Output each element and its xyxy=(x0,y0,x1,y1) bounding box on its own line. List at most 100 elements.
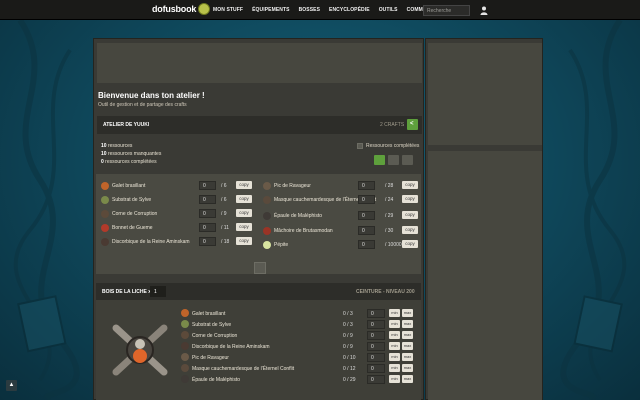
ingredient-fraction: 0 / 9 xyxy=(343,333,353,339)
stat-line: 0 ressources complétées xyxy=(101,159,157,165)
ingredient-quantity-input[interactable]: 0 xyxy=(367,342,385,351)
machoire-icon xyxy=(263,226,271,235)
site-logo[interactable]: dofusbook xyxy=(152,4,196,14)
back-to-top-button[interactable]: ▲ xyxy=(6,380,17,391)
resource-total: / 30 xyxy=(385,228,394,234)
completed-checkbox[interactable] xyxy=(357,143,363,149)
copy-button[interactable]: copy xyxy=(236,223,252,231)
max-button[interactable]: max xyxy=(402,364,413,372)
ingredient-name: Galet brasillant xyxy=(192,311,226,317)
ingredient-quantity-input[interactable]: 0 xyxy=(367,309,385,318)
resource-name: Discorbique de la Reine Aminskam xyxy=(112,238,190,245)
resource-total: / 29 xyxy=(385,213,394,219)
recipe-title: BOIS DE LA LICHE x xyxy=(102,289,151,295)
nav-bosses[interactable]: BOSSES xyxy=(299,7,320,13)
copy-button[interactable]: copy xyxy=(402,195,418,203)
share-button[interactable] xyxy=(407,119,418,130)
copy-button[interactable]: copy xyxy=(236,195,252,203)
atelier-stats: 10 ressources 10 ressources manquantes 0… xyxy=(101,142,161,166)
ingredient-name: Épaule de Maléphisto xyxy=(192,377,241,383)
resource-quantity-input[interactable]: 0 xyxy=(199,181,216,190)
resource-row: Pépite xyxy=(263,239,288,250)
resource-quantity-input[interactable]: 0 xyxy=(358,211,375,220)
masque-icon xyxy=(181,364,189,372)
search-input[interactable]: Recherche xyxy=(423,5,470,16)
ingredient-row: Épaule de Maléphisto 0 / 29 0 min max xyxy=(181,374,419,385)
max-button[interactable]: max xyxy=(402,375,413,383)
resource-quantity-input[interactable]: 0 xyxy=(358,181,375,190)
user-icon[interactable] xyxy=(480,6,488,15)
resource-quantity-input[interactable]: 0 xyxy=(199,237,216,246)
trash-icon[interactable] xyxy=(402,155,413,165)
min-button[interactable]: min xyxy=(389,320,400,328)
resource-quantity-input[interactable]: 0 xyxy=(199,195,216,204)
copy-button[interactable]: copy xyxy=(402,181,418,189)
min-button[interactable]: min xyxy=(389,342,400,350)
min-button[interactable]: min xyxy=(389,309,400,317)
copy-button[interactable]: copy xyxy=(236,181,252,189)
ingredient-row: Pic de Ravageur 0 / 10 0 min max xyxy=(181,352,419,363)
resource-row: Galet brasillant xyxy=(101,180,145,191)
copy-button[interactable]: copy xyxy=(236,209,252,217)
ingredient-fraction: 0 / 29 xyxy=(343,377,356,383)
resource-quantity-input[interactable]: 0 xyxy=(358,240,375,249)
corne-icon xyxy=(181,331,189,339)
min-button[interactable]: min xyxy=(389,353,400,361)
ingredient-row: Corne de Corruption 0 / 9 0 min max xyxy=(181,330,419,341)
resource-quantity-input[interactable]: 0 xyxy=(358,195,375,204)
nav-equipements[interactable]: ÉQUIPEMENTS xyxy=(252,7,290,13)
resource-row: Bonnet de Gueme xyxy=(101,222,153,233)
ingredient-name: Masque cauchemardesque de l'Éternel Conf… xyxy=(192,366,295,372)
max-button[interactable]: max xyxy=(402,320,413,328)
max-button[interactable]: max xyxy=(402,309,413,317)
resource-row: Substrat de Sylve xyxy=(101,194,151,205)
ingredient-quantity-input[interactable]: 0 xyxy=(367,375,385,384)
max-button[interactable]: max xyxy=(402,342,413,350)
copy-button[interactable]: copy xyxy=(236,237,252,245)
top-navbar: dofusbook MON STUFF ÉQUIPEMENTS BOSSES E… xyxy=(0,0,640,20)
max-button[interactable]: max xyxy=(402,353,413,361)
ingredient-quantity-input[interactable]: 0 xyxy=(367,353,385,362)
resource-row: Pic de Ravageur xyxy=(263,180,311,191)
completed-filter[interactable]: Ressources complétées xyxy=(357,143,419,149)
min-button[interactable]: min xyxy=(389,331,400,339)
ingredient-quantity-input[interactable]: 0 xyxy=(367,320,385,329)
nav-encyclopedie[interactable]: ENCYCLOPÉDIE xyxy=(329,7,370,13)
recipe-quantity-input[interactable]: 1 xyxy=(150,286,166,297)
resource-total: / 9 xyxy=(221,211,227,217)
sort-icon[interactable] xyxy=(388,155,399,165)
grid-view-icon[interactable] xyxy=(374,155,385,165)
galet-icon xyxy=(181,309,189,317)
min-button[interactable]: min xyxy=(389,364,400,372)
resource-row: Épaule de Maléphisto xyxy=(263,210,322,221)
ingredient-quantity-input[interactable]: 0 xyxy=(367,364,385,373)
reorder-button[interactable] xyxy=(254,262,266,274)
resource-row: Discorbique de la Reine Aminskam xyxy=(101,236,190,247)
resource-total: / 6 xyxy=(221,197,227,203)
copy-button[interactable]: copy xyxy=(402,226,418,234)
copy-button[interactable]: copy xyxy=(402,211,418,219)
copy-button[interactable]: copy xyxy=(402,240,418,248)
masque-icon xyxy=(263,195,271,204)
resource-total: / 6 xyxy=(221,183,227,189)
nav-mon-stuff[interactable]: MON STUFF xyxy=(213,7,243,13)
sidebar-ad-slot xyxy=(428,43,542,145)
ingredient-name: Pic de Ravageur xyxy=(192,355,229,361)
page-title: Bienvenue dans ton atelier ! xyxy=(98,91,205,100)
resource-name: Galet brasillant xyxy=(112,182,146,189)
ingredient-quantity-input[interactable]: 0 xyxy=(367,331,385,340)
resource-quantity-input[interactable]: 0 xyxy=(358,226,375,235)
resource-quantity-input[interactable]: 0 xyxy=(199,223,216,232)
vine-decoration-left xyxy=(13,20,80,400)
max-button[interactable]: max xyxy=(402,331,413,339)
galet-icon xyxy=(101,181,109,190)
resource-total: / 10000 xyxy=(385,242,402,248)
view-tools xyxy=(374,155,413,165)
min-button[interactable]: min xyxy=(389,375,400,383)
resource-total: / 24 xyxy=(385,197,394,203)
discorbique-icon xyxy=(181,342,189,350)
resource-total: / 28 xyxy=(385,183,394,189)
substrat-icon xyxy=(181,320,189,328)
resource-quantity-input[interactable]: 0 xyxy=(199,209,216,218)
nav-outils[interactable]: OUTILS xyxy=(379,7,398,13)
